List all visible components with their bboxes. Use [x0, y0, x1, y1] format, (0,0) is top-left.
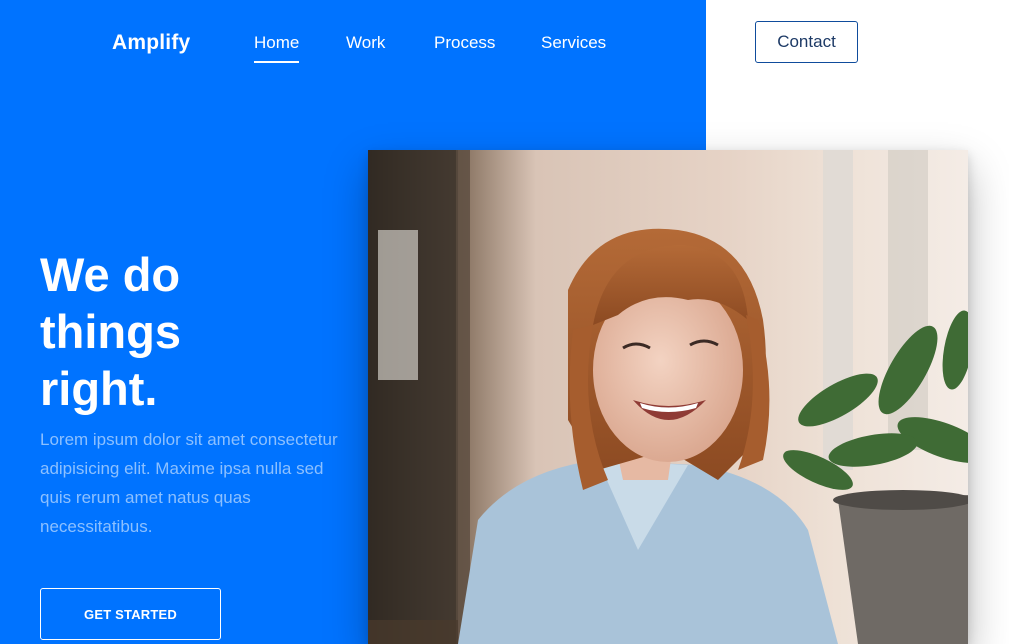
headline-line: things [40, 305, 181, 358]
hero-lead-text: Lorem ipsum dolor sit amet consectetur a… [40, 430, 338, 536]
nav-item-process[interactable]: Process [434, 33, 495, 53]
hero-photo-illustration [368, 150, 968, 644]
headline-line: right. [40, 362, 158, 415]
nav-item-work[interactable]: Work [346, 33, 385, 53]
nav-item-services[interactable]: Services [541, 33, 606, 53]
hero-photo [368, 150, 968, 644]
headline-line: We do [40, 248, 181, 301]
get-started-button[interactable]: GET STARTED [40, 588, 221, 640]
brand-logo[interactable]: Amplify [112, 31, 190, 55]
nav-item-home[interactable]: Home [254, 33, 300, 63]
contact-button[interactable]: Contact [755, 21, 858, 63]
hero-headline: We do things right. [40, 246, 340, 417]
